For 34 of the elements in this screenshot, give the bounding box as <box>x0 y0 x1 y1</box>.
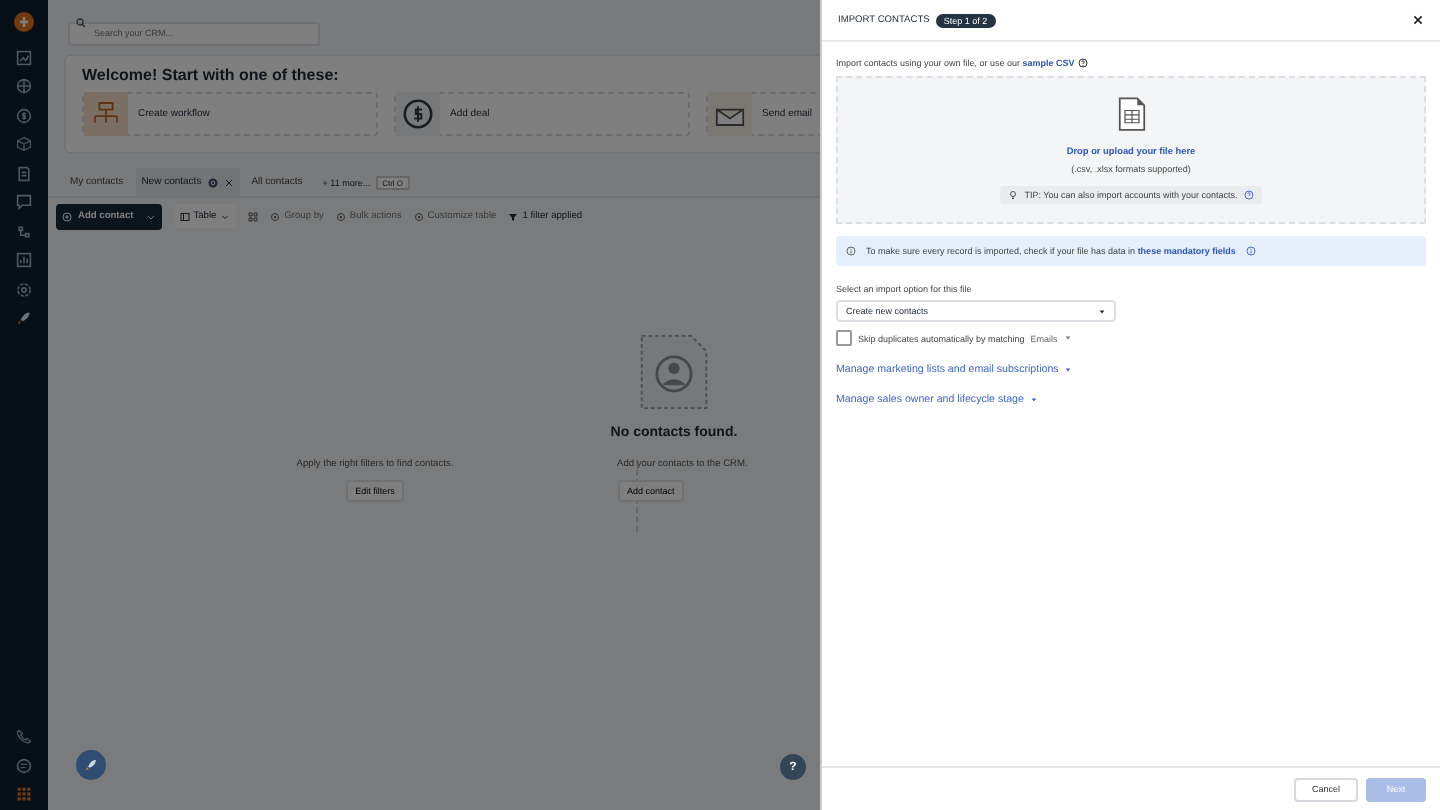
caret-icon <box>220 211 231 221</box>
checkbox[interactable] <box>836 330 852 346</box>
report-icon[interactable] <box>16 252 32 268</box>
gear-icon <box>413 211 424 221</box>
lightbulb-icon <box>1008 190 1019 200</box>
dollar-icon[interactable] <box>16 107 32 123</box>
apps-icon[interactable] <box>16 786 32 802</box>
info-icon[interactable] <box>1245 246 1256 256</box>
welcome-title: Welcome! Start with one of these: <box>82 66 341 84</box>
logo-icon[interactable] <box>14 12 34 32</box>
contact-file-icon <box>636 330 712 414</box>
settings-icon[interactable] <box>16 281 32 297</box>
gear-icon <box>270 211 281 221</box>
dollar-icon <box>396 92 440 136</box>
chat-icon[interactable] <box>16 757 32 773</box>
info-icon <box>846 246 856 256</box>
gear-icon <box>335 211 346 221</box>
envelope-icon <box>708 92 752 136</box>
caret-icon <box>1098 307 1106 315</box>
phone-icon[interactable] <box>16 728 32 744</box>
help-icon[interactable] <box>1078 58 1089 68</box>
spreadsheet-file-icon <box>1117 96 1145 132</box>
chat-icon[interactable] <box>16 194 32 210</box>
chart-icon[interactable] <box>16 49 32 65</box>
cube-icon[interactable] <box>16 136 32 152</box>
globe-icon[interactable] <box>16 78 32 94</box>
document-icon[interactable] <box>16 165 32 181</box>
filter-icon <box>508 211 519 221</box>
columns-icon[interactable] <box>248 211 259 221</box>
search-icon <box>76 17 86 27</box>
flow-icon[interactable] <box>16 223 32 239</box>
close-icon[interactable] <box>1412 14 1424 26</box>
table-icon <box>179 211 190 221</box>
workflow-icon <box>84 92 128 136</box>
